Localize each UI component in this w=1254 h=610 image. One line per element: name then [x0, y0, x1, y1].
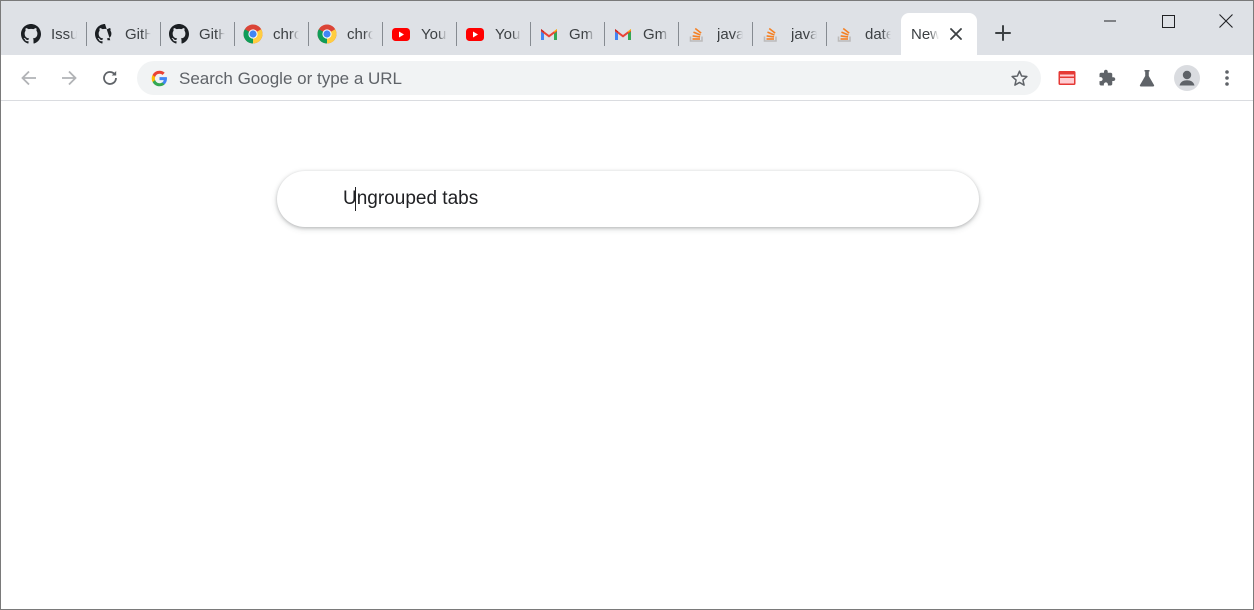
text-caret	[355, 187, 356, 211]
back-button[interactable]	[13, 62, 45, 94]
tab-title: Issu	[51, 25, 77, 43]
extension-button[interactable]	[1051, 62, 1083, 94]
tab-search-box[interactable]: Ungrouped tabs	[277, 171, 979, 227]
menu-button[interactable]	[1211, 62, 1243, 94]
tab-strip: Issu GitH GitH	[1, 1, 1253, 55]
tab-youtube-2[interactable]: You	[457, 13, 531, 55]
tab-list: Issu GitH GitH	[13, 13, 977, 55]
puzzle-icon	[1098, 69, 1116, 87]
tab-title: New	[911, 25, 939, 43]
tab-github-issues[interactable]: Issu	[13, 13, 87, 55]
tab-stackoverflow-3[interactable]: date	[827, 13, 901, 55]
window-close-button[interactable]	[1197, 1, 1253, 41]
tab-title: You	[495, 25, 521, 43]
tab-title: java	[717, 25, 743, 43]
minimize-icon	[1104, 15, 1116, 27]
tab-search-input[interactable]: Ungrouped tabs	[343, 188, 478, 210]
minimize-button[interactable]	[1081, 1, 1139, 41]
reload-icon	[101, 69, 119, 87]
chrome-icon	[317, 24, 337, 44]
maximize-icon	[1161, 14, 1175, 28]
toolbar: Search Google or type a URL	[1, 55, 1253, 101]
stackoverflow-icon	[761, 24, 781, 44]
profile-button[interactable]	[1171, 62, 1203, 94]
flask-icon	[1139, 69, 1155, 87]
omnibox-placeholder: Search Google or type a URL	[179, 69, 403, 88]
star-icon[interactable]	[1009, 68, 1029, 88]
omnibox[interactable]: Search Google or type a URL	[137, 61, 1041, 95]
google-g-icon	[151, 70, 168, 87]
extensions-button[interactable]	[1091, 62, 1123, 94]
tab-chrome-1[interactable]: chro	[235, 13, 309, 55]
tab-title: Gm	[569, 25, 594, 43]
github-icon	[21, 24, 41, 44]
arrow-right-icon	[60, 69, 78, 87]
labs-button[interactable]	[1131, 62, 1163, 94]
github-icon	[169, 24, 189, 44]
maximize-button[interactable]	[1139, 1, 1197, 41]
more-vert-icon	[1225, 70, 1229, 86]
close-icon[interactable]	[948, 26, 964, 42]
tab-title: You	[421, 25, 447, 43]
browser-window: Issu GitH GitH	[0, 0, 1254, 610]
github-icon	[95, 24, 115, 44]
tab-gmail-1[interactable]: Gm	[531, 13, 605, 55]
gmail-icon	[539, 24, 559, 44]
stackoverflow-icon	[835, 24, 855, 44]
youtube-icon	[391, 24, 411, 44]
avatar-icon	[1174, 65, 1200, 91]
tab-new-tab-active[interactable]: New	[901, 13, 977, 55]
tab-title: chro	[273, 25, 299, 43]
tab-title: GitH	[199, 25, 225, 43]
close-icon	[1219, 14, 1233, 28]
plus-icon	[995, 25, 1011, 41]
arrow-left-icon	[20, 69, 38, 87]
reload-button[interactable]	[94, 62, 126, 94]
extension-red-icon	[1058, 70, 1076, 86]
chrome-icon	[243, 24, 263, 44]
new-tab-button[interactable]	[989, 19, 1017, 47]
tab-title: chro	[347, 25, 373, 43]
tab-github-2[interactable]: GitH	[87, 13, 161, 55]
stackoverflow-icon	[687, 24, 707, 44]
tab-title: date	[865, 25, 891, 43]
youtube-icon	[465, 24, 485, 44]
tab-title: Gm	[643, 25, 668, 43]
tab-title: java	[791, 25, 817, 43]
gmail-icon	[613, 24, 633, 44]
tab-chrome-2[interactable]: chro	[309, 13, 383, 55]
forward-button[interactable]	[53, 62, 85, 94]
tab-stackoverflow-2[interactable]: java	[753, 13, 827, 55]
tab-stackoverflow-1[interactable]: java	[679, 13, 753, 55]
tab-youtube-1[interactable]: You	[383, 13, 457, 55]
tab-title: GitH	[125, 25, 151, 43]
tab-github-3[interactable]: GitH	[161, 13, 235, 55]
tab-gmail-2[interactable]: Gm	[605, 13, 679, 55]
